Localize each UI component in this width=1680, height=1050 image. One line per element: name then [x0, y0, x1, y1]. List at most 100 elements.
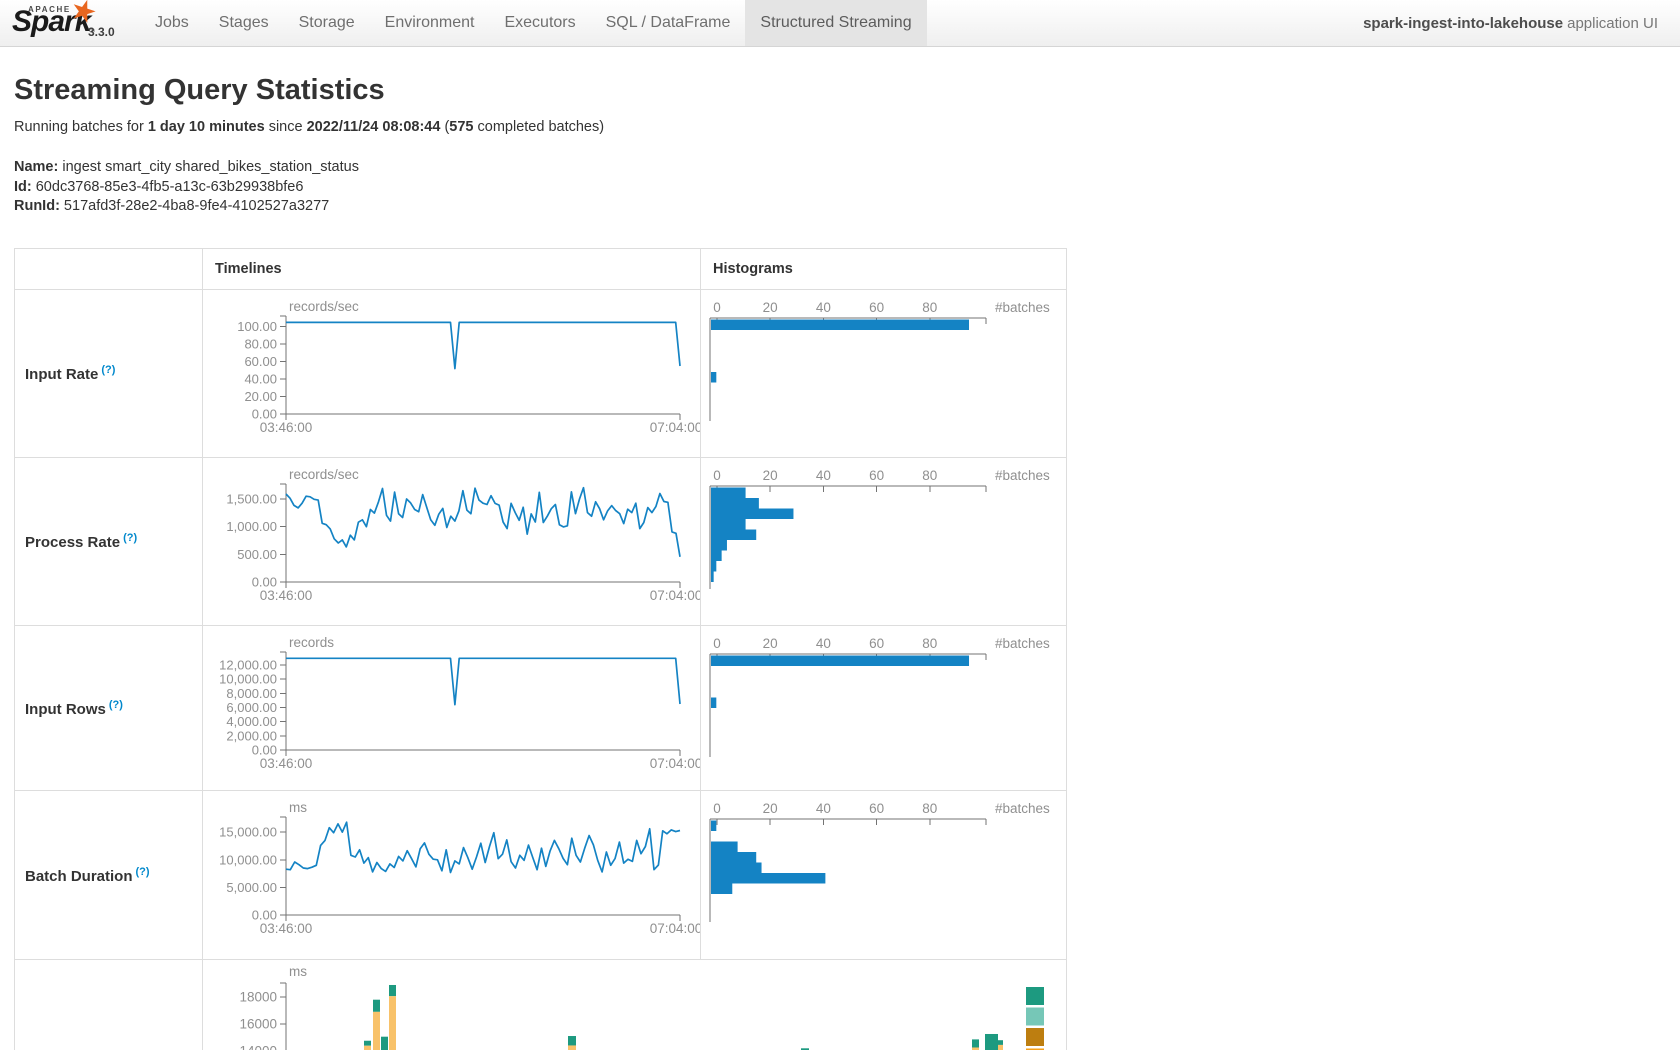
- chart-text: 03:46:00: [260, 756, 313, 771]
- column-header-empty: [15, 249, 203, 289]
- meta-value: ingest smart_city shared_bikes_station_s…: [58, 159, 359, 175]
- timeline-cell: records/sec0.0020.0040.0060.0080.00100.0…: [203, 290, 701, 457]
- row-label-cell: Input Rate(?): [15, 290, 203, 457]
- chart-text: 40: [816, 468, 831, 483]
- column-header-histograms: Histograms: [701, 249, 1066, 289]
- chart-text: 60: [869, 468, 884, 483]
- nav-tab-executors[interactable]: Executors: [489, 0, 590, 46]
- running-text-segment: Running batches for: [14, 119, 148, 135]
- running-highlight: 1 day 10 minutes: [148, 119, 265, 135]
- chart-text: records/sec: [289, 299, 359, 314]
- table-row-process-rate: Process Rate(?)records/sec0.00500.001,00…: [15, 458, 1066, 626]
- timeline-chart: records/sec0.0020.0040.0060.0080.00100.0…: [203, 290, 700, 457]
- chart-text: 60.00: [244, 354, 277, 369]
- chart-text: ms: [289, 964, 307, 979]
- row-label-cell: Input Rows(?): [15, 626, 203, 790]
- meta-line-name: Name: ingest smart_city shared_bikes_sta…: [14, 158, 359, 178]
- chart-text: 07:04:00: [650, 921, 700, 936]
- page-title: Streaming Query Statistics: [14, 74, 385, 107]
- chart-text: 16000: [239, 1017, 277, 1032]
- legend-swatch: [1026, 1008, 1044, 1026]
- table-header-row: TimelinesHistograms: [15, 249, 1066, 290]
- table-row-input-rows: Input Rows(?) records0.002,000.004,000.00…: [15, 626, 1066, 791]
- nav-tab-environment[interactable]: Environment: [370, 0, 490, 46]
- spark-ui-page: APACHE Spark ★ ™ 3.3.0 JobsStagesStorage…: [0, 0, 1680, 1050]
- top-nav: APACHE Spark ★ ™ 3.3.0 JobsStagesStorage…: [0, 0, 1680, 47]
- help-link[interactable]: (?): [101, 364, 115, 376]
- query-meta: Name: ingest smart_city shared_bikes_sta…: [14, 158, 359, 217]
- row-label-cell: Process Rate(?): [15, 458, 203, 625]
- chart-text: 60: [869, 636, 884, 651]
- help-link[interactable]: (?): [109, 699, 123, 711]
- column-header-timelines: Timelines: [203, 249, 701, 289]
- chart-text: 80: [922, 300, 937, 315]
- table-row-operation-duration: ms 18000 16000 14000: [15, 960, 1066, 1050]
- row-label-cell: Batch Duration(?): [15, 791, 203, 959]
- chart-text: #batches: [995, 300, 1050, 315]
- nav-tab-stages[interactable]: Stages: [204, 0, 284, 46]
- chart-text: 80.00: [244, 337, 277, 352]
- chart-text: 1,500.00: [226, 492, 277, 507]
- chart-text: 4,000.00: [226, 714, 277, 729]
- chart-text: 40.00: [244, 372, 277, 387]
- row-label: Input Rows(?): [25, 699, 123, 718]
- chart-text: 12,000.00: [219, 658, 277, 673]
- meta-line-id: Id: 60dc3768-85e3-4fb5-a13c-63b29938bfe6: [14, 178, 359, 198]
- chart-text: 60: [869, 300, 884, 315]
- chart-text: 03:46:00: [260, 588, 313, 603]
- application-title: spark-ingest-into-lakehouse application …: [1363, 0, 1658, 46]
- help-link[interactable]: (?): [136, 866, 150, 878]
- chart-text: 0: [713, 300, 721, 315]
- chart-text: 18000: [239, 990, 277, 1005]
- row-label: Input Rate(?): [25, 364, 115, 383]
- chart-text: 80: [922, 468, 937, 483]
- histogram-chart: 020406080#batches: [701, 458, 1065, 625]
- nav-tab-storage[interactable]: Storage: [284, 0, 370, 46]
- meta-value: 60dc3768-85e3-4fb5-a13c-63b29938bfe6: [32, 179, 304, 195]
- meta-label: Name:: [14, 159, 58, 175]
- timeline-cell: ms0.005,000.0010,000.0015,000.0003:46:00…: [203, 791, 701, 959]
- chart-text: 1,000.00: [226, 519, 277, 534]
- chart-text: 20: [763, 636, 778, 651]
- timeline-cell: records0.002,000.004,000.006,000.008,000…: [203, 626, 701, 790]
- chart-text: 03:46:00: [260, 420, 313, 435]
- table-row-batch-duration: Batch Duration(?)ms0.005,000.0010,000.00…: [15, 791, 1066, 960]
- timeline-cell: records/sec0.00500.001,000.001,500.0003:…: [203, 458, 701, 625]
- chart-text: 2,000.00: [226, 728, 277, 743]
- legend-swatch: [1026, 1028, 1044, 1046]
- chart-text: 40: [816, 636, 831, 651]
- chart-text: 15,000.00: [219, 825, 277, 840]
- running-highlight: 575: [449, 119, 473, 135]
- chart-text: #batches: [995, 801, 1050, 816]
- histogram-cell: 020406080#batches: [701, 290, 1066, 457]
- chart-text: 07:04:00: [650, 420, 700, 435]
- timeline-chart: records0.002,000.004,000.006,000.008,000…: [203, 626, 700, 790]
- chart-text: 20.00: [244, 389, 277, 404]
- chart-text: 14000: [239, 1044, 277, 1050]
- chart-text: 10,000.00: [219, 672, 277, 687]
- chart-text: 100.00: [237, 319, 277, 334]
- application-title-suffix: application UI: [1567, 15, 1658, 32]
- nav-tab-jobs[interactable]: Jobs: [140, 0, 204, 46]
- meta-value: 517afd3f-28e2-4ba8-9fe4-4102527a3277: [60, 198, 329, 214]
- chart-text: 03:46:00: [260, 921, 313, 936]
- help-link[interactable]: (?): [123, 532, 137, 544]
- chart-text: 20: [763, 468, 778, 483]
- row-label: Process Rate(?): [25, 532, 137, 551]
- chart-text: 40: [816, 300, 831, 315]
- chart-text: 500.00: [237, 547, 277, 562]
- nav-tab-sql-dataframe[interactable]: SQL / DataFrame: [591, 0, 746, 46]
- running-text-segment: completed batches): [474, 119, 605, 135]
- nav-tab-structured-streaming[interactable]: Structured Streaming: [745, 0, 926, 46]
- meta-label: RunId:: [14, 198, 60, 214]
- chart-text: 0: [713, 801, 721, 816]
- application-name: spark-ingest-into-lakehouse: [1363, 15, 1563, 32]
- chart-text: #batches: [995, 636, 1050, 651]
- chart-text: 40: [816, 801, 831, 816]
- histogram-chart: 020406080#batches: [701, 290, 1065, 457]
- meta-label: Id:: [14, 179, 32, 195]
- chart-text: #batches: [995, 468, 1050, 483]
- chart-text: 20: [763, 801, 778, 816]
- chart-text: 07:04:00: [650, 588, 700, 603]
- chart-text: 80: [922, 636, 937, 651]
